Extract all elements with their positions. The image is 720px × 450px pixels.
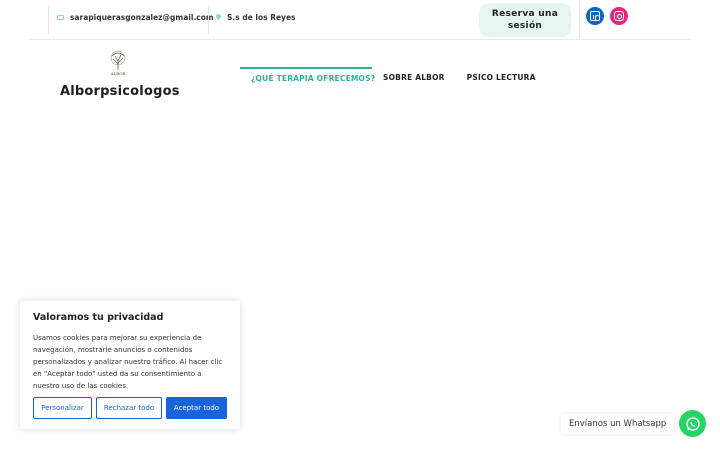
reserve-label-line2: sesión xyxy=(507,21,543,31)
divider xyxy=(208,6,209,34)
nav-item-sobre-albor[interactable]: SOBRE ALBOR xyxy=(372,67,456,89)
whatsapp-label[interactable]: Envíanos un Whatsapp xyxy=(561,414,675,434)
mail-icon xyxy=(57,15,64,20)
top-bar: sarapiquerasgonzalez@gmail.com S.s de lo… xyxy=(0,0,720,40)
whatsapp-button[interactable] xyxy=(679,410,706,437)
logo-text: ALBOR xyxy=(110,71,127,76)
cookie-title: Valoramos tu privacidad xyxy=(33,312,164,323)
header-divider xyxy=(30,39,690,40)
albor-logo[interactable]: ALBOR xyxy=(103,48,133,78)
accept-all-button[interactable]: Aceptar todo xyxy=(166,397,227,419)
brand-name[interactable]: Alborpsicologos xyxy=(60,84,180,99)
main-nav: ¿QUÉ TERAPIA OFRECEMOS? SOBRE ALBOR PSIC… xyxy=(240,67,547,89)
location-pin-icon xyxy=(216,14,221,21)
reject-all-button[interactable]: Rechazar todo xyxy=(96,397,162,419)
linkedin-button[interactable] xyxy=(586,7,604,25)
email-text[interactable]: sarapiquerasgonzalez@gmail.com xyxy=(70,13,214,22)
instagram-button[interactable] xyxy=(610,7,628,25)
cookie-consent-dialog: Valoramos tu privacidad Usamos cookies p… xyxy=(20,301,240,429)
location-contact: S.s de los Reyes xyxy=(216,13,296,22)
email-contact[interactable]: sarapiquerasgonzalez@gmail.com xyxy=(57,13,214,22)
cookie-buttons: Personalizar Rechazar todo Aceptar todo xyxy=(33,397,227,419)
divider xyxy=(579,0,580,40)
reserve-session-button[interactable]: Reserva una sesión xyxy=(479,3,571,37)
customize-button[interactable]: Personalizar xyxy=(33,397,92,419)
linkedin-icon xyxy=(590,11,600,21)
nav-item-terapia[interactable]: ¿QUÉ TERAPIA OFRECEMOS? xyxy=(240,67,375,89)
whatsapp-icon xyxy=(685,416,700,431)
divider xyxy=(48,6,49,34)
location-text: S.s de los Reyes xyxy=(227,13,296,22)
instagram-icon xyxy=(614,11,624,21)
reserve-label-line1: Reserva una xyxy=(491,9,559,19)
cookie-body: Usamos cookies para mejorar su experienc… xyxy=(33,334,223,390)
nav-item-psico-lectura[interactable]: PSICO LECTURA xyxy=(456,67,547,89)
